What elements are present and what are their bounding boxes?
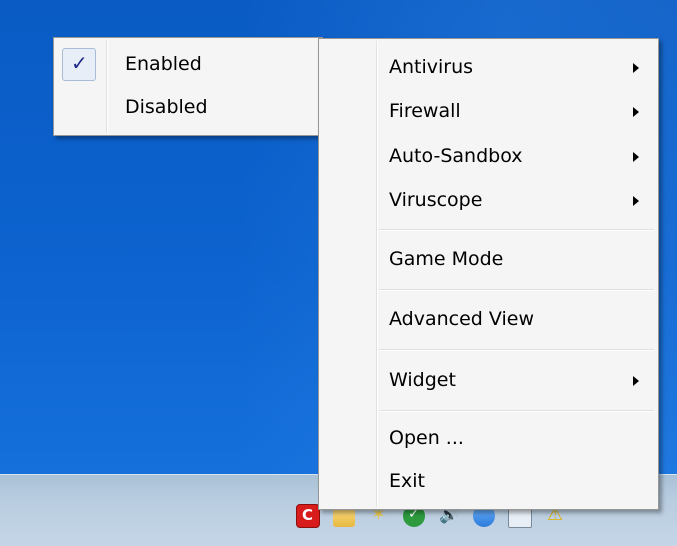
menu-item-label: Advanced View xyxy=(389,308,534,330)
menu-item-antivirus[interactable]: Antivirus xyxy=(321,46,656,88)
menu-item-firewall[interactable]: Firewall xyxy=(321,90,656,132)
menu-item-open[interactable]: Open ... xyxy=(321,417,656,459)
menu-item-advanced-view[interactable]: Advanced View xyxy=(321,298,656,340)
menu-item-label: Viruscope xyxy=(389,189,483,211)
comodo-icon[interactable] xyxy=(296,504,320,528)
submenu-arrow-icon xyxy=(633,376,639,386)
submenu-arrow-icon xyxy=(633,107,639,117)
menu-item-auto-sandbox[interactable]: Auto-Sandbox xyxy=(321,135,656,177)
checkmark-icon: ✓ xyxy=(71,51,88,75)
submenu-item-disabled[interactable]: Disabled xyxy=(56,86,320,128)
check-box: ✓ xyxy=(62,48,96,81)
menu-item-widget[interactable]: Widget xyxy=(321,359,656,401)
menu-separator xyxy=(379,289,654,291)
antivirus-submenu: ✓ Enabled Disabled xyxy=(53,37,323,136)
menu-item-label: Firewall xyxy=(389,100,461,122)
submenu-arrow-icon xyxy=(633,196,639,206)
submenu-item-label: Enabled xyxy=(125,53,202,75)
menu-item-viruscope[interactable]: Viruscope xyxy=(321,179,656,221)
menu-item-label: Open ... xyxy=(389,427,464,449)
menu-item-exit[interactable]: Exit xyxy=(321,460,656,502)
menu-item-label: Antivirus xyxy=(389,56,474,78)
menu-separator xyxy=(379,229,654,231)
submenu-arrow-icon xyxy=(633,63,639,73)
submenu-item-enabled[interactable]: ✓ Enabled xyxy=(56,43,320,85)
submenu-item-label: Disabled xyxy=(125,96,208,118)
menu-separator xyxy=(379,349,654,351)
submenu-arrow-icon xyxy=(633,152,639,162)
menu-item-label: Game Mode xyxy=(389,248,504,270)
menu-item-game-mode[interactable]: Game Mode xyxy=(321,238,656,280)
menu-item-label: Widget xyxy=(389,369,456,391)
tray-context-menu: Antivirus Firewall Auto-Sandbox Viruscop… xyxy=(318,38,659,510)
menu-separator xyxy=(379,410,654,412)
menu-item-label: Auto-Sandbox xyxy=(389,145,523,167)
menu-item-label: Exit xyxy=(389,470,425,492)
